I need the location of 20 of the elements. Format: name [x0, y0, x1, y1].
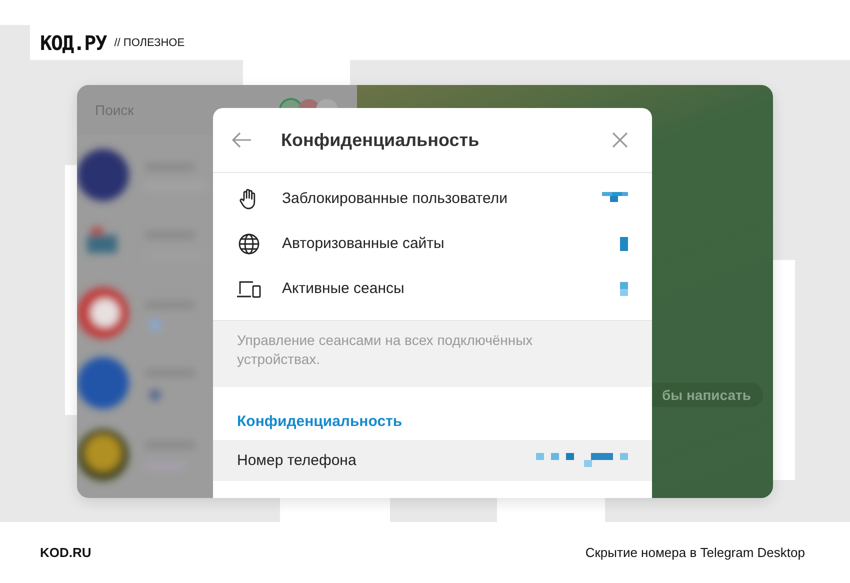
section-title: Конфиденциальность [236, 412, 404, 432]
globe-icon [237, 232, 261, 254]
sessions-note: Управление сеансами на всех подключённых устройствах. [237, 331, 534, 369]
section-label: // ПОЛЕЗНОЕ [114, 36, 185, 48]
settings-item[interactable]: Заблокированные пользователи [213, 176, 652, 221]
dialog-title: Конфиденциальность [281, 130, 480, 150]
settings-item-label: Активные сеансы [282, 280, 406, 297]
site-logo[interactable]: КОД.РУ [40, 30, 106, 54]
site-name: KOD.RU [40, 545, 92, 560]
settings-item[interactable]: Номер телефона [213, 440, 652, 481]
devices-icon [237, 280, 261, 298]
settings-item-label: Авторизованные сайты [282, 235, 446, 252]
pixelated-value [620, 236, 628, 250]
close-icon[interactable] [612, 132, 628, 148]
settings-item[interactable]: Активные сеансы [213, 266, 652, 311]
back-icon[interactable] [232, 132, 252, 148]
caption: Скрытие номера в Telegram Desktop [585, 545, 805, 560]
pixelated-value [620, 282, 628, 296]
settings-item-label: Заблокированные пользователи [282, 190, 508, 207]
settings-item[interactable]: Авторизованные сайты [213, 221, 652, 266]
